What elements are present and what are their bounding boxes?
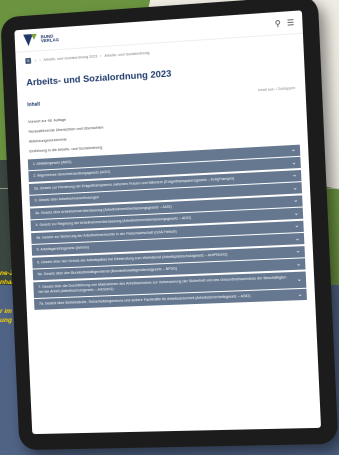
- toc-item-label: 4a. Gesetz zur Sicherung der Arbeitnehme…: [36, 229, 177, 240]
- logo-mark-icon: [23, 34, 38, 47]
- tablet-device: BUND VERLAG ⚲ ☰ K ⌂ › Arbeits- und Sozia…: [0, 0, 339, 451]
- toc-item-label: 5. Arbeitsgerichtsgesetz (ArbGG): [36, 245, 90, 253]
- toc-list: 1. Abfallengesetz (AbfG) ⌄ 2. Allgemeines…: [27, 144, 307, 311]
- chevron-down-icon: ⌄: [294, 236, 301, 243]
- chevron-down-icon: ⌄: [292, 185, 298, 192]
- chevron-down-icon: ⌄: [295, 248, 301, 255]
- chevron-down-icon: ⌄: [297, 291, 303, 299]
- breadcrumb-badge[interactable]: K: [25, 57, 32, 65]
- toc-item-label: 3a. Gesetz über Arbeitnehmerüberlassung …: [34, 204, 172, 216]
- page-title: Arbeits- und Sozialordnung 2023: [26, 68, 172, 89]
- toc-item-label: 3. Gesetz über Arbeitnehmererfindungen: [34, 195, 100, 203]
- toc-header: Inhalt Inhalt aus- / Zuklappen: [27, 86, 295, 108]
- search-icon[interactable]: ⚲: [275, 18, 281, 28]
- breadcrumb-item-1[interactable]: Arbeits- und Sozialordnung 2023: [43, 54, 97, 61]
- breadcrumb-item-2[interactable]: Arbeits- und Sozialordnung: [104, 51, 149, 58]
- chevron-down-icon: ⌄: [293, 198, 299, 205]
- tablet-screen: BUND VERLAG ⚲ ☰ K ⌂ › Arbeits- und Sozia…: [14, 10, 322, 435]
- logo-line-2: VERLAG: [40, 37, 60, 44]
- chevron-down-icon: ⌄: [294, 223, 300, 230]
- chevron-down-icon: ⌄: [295, 261, 302, 268]
- menu-icon[interactable]: ☰: [287, 17, 295, 27]
- chevron-down-icon: ⌄: [296, 276, 303, 283]
- chevron-down-icon: ⌄: [291, 160, 297, 167]
- chevron-down-icon: ⌄: [291, 172, 298, 180]
- expand-all-link[interactable]: Inhalt aus- / Zuklappen: [258, 86, 296, 94]
- toc-heading: Inhalt: [27, 101, 41, 109]
- front-matter-item[interactable]: Vorwort zur 48. Auflage: [28, 104, 296, 124]
- chevron-down-icon: ⌄: [290, 147, 297, 154]
- home-icon[interactable]: ⌂: [34, 58, 36, 62]
- toc-item-label: 6a. Gesetz über den Bundesfreiwilligendi…: [37, 266, 178, 277]
- toc-item-label: 2. Allgemeines Gleichbehandlungsgesetz (…: [33, 170, 111, 179]
- logo[interactable]: BUND VERLAG: [22, 31, 59, 47]
- toc-item-label: 1. Abfallengesetz (AbfG): [32, 160, 72, 167]
- chevron-down-icon: ⌄: [293, 210, 300, 218]
